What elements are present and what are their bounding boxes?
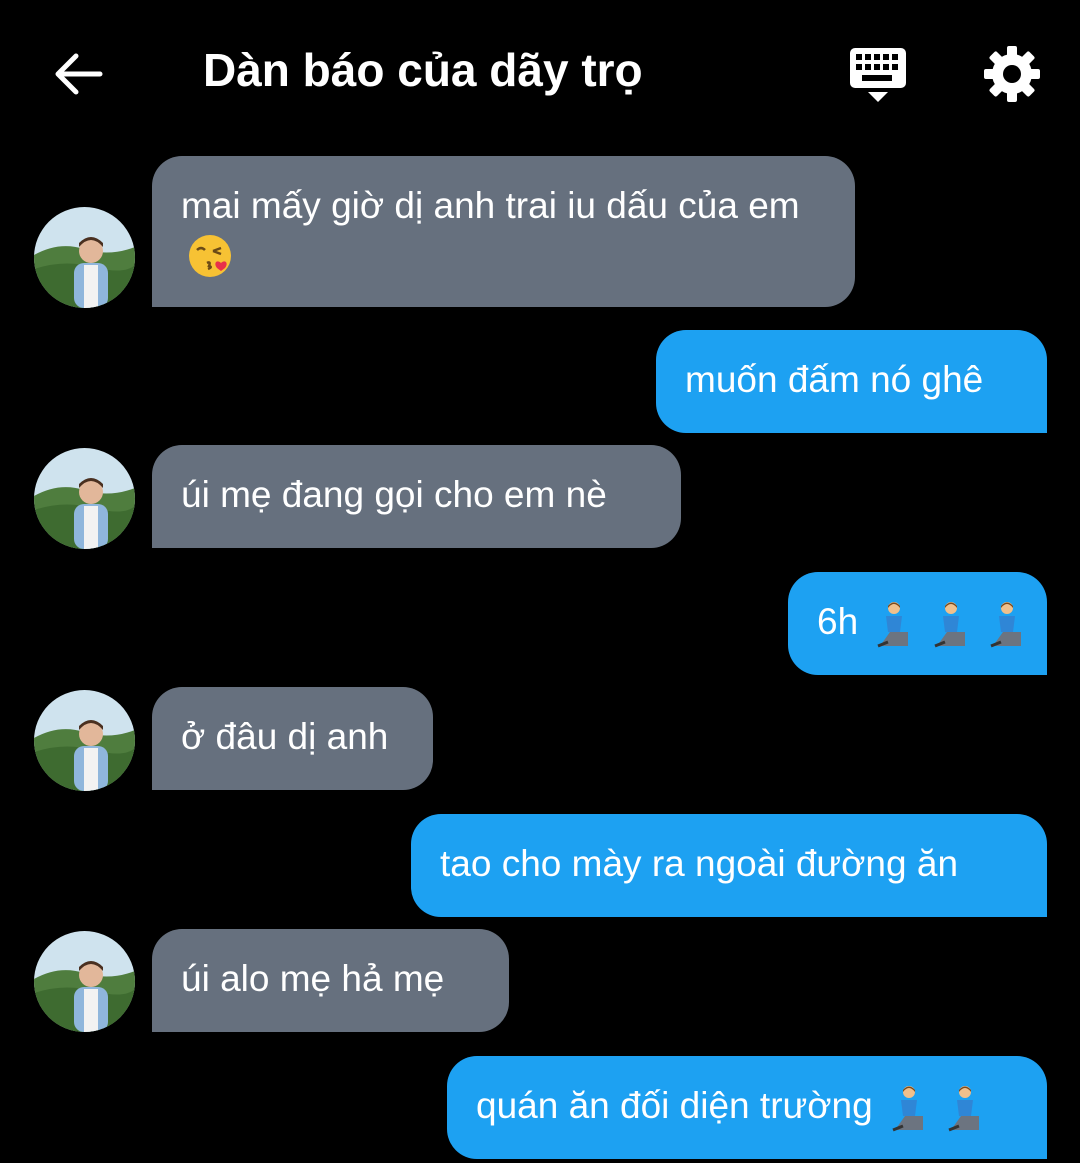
gear-icon [984,46,1040,102]
message-text: 6h [817,601,859,642]
avatar-photo [34,207,135,308]
message-text: muốn đấm nó ghê [685,359,984,400]
kneeling-person-emoji [892,1086,923,1132]
kneeling-person-emoji [948,1086,980,1132]
settings-button[interactable] [982,44,1042,104]
avatar[interactable] [34,690,135,791]
message-bubble-outgoing[interactable]: tao cho mày ra ngoài đường ăn [411,814,1047,917]
message-bubble-outgoing[interactable]: quán ăn đối diện trường [447,1056,1047,1159]
message-text: mai mấy giờ dị anh trai iu dấu của em [181,185,800,226]
avatar-photo [34,448,135,549]
message-bubble-incoming[interactable]: ở đâu dị anh [152,687,433,790]
kneeling-person-emoji [990,602,1021,648]
avatar[interactable] [34,207,135,308]
arrow-left-icon [55,53,103,95]
avatar-photo [34,690,135,791]
message-bubble-incoming[interactable]: úi alo mẹ hả mẹ [152,929,509,1032]
message-text: tao cho mày ra ngoài đường ăn [440,843,959,884]
message-text: úi mẹ đang gọi cho em nè [181,474,607,515]
chat-header: Dàn báo của dãy trọ [0,0,1080,140]
message-text: quán ăn đối diện trường [476,1085,873,1126]
message-text: úi alo mẹ hả mẹ [181,958,445,999]
kissing-face-emoji [189,235,231,278]
kneeling-person-emoji [877,602,909,648]
message-bubble-incoming[interactable]: úi mẹ đang gọi cho em nè [152,445,681,548]
kneeling-person-emoji [934,602,965,648]
avatar-photo [34,931,135,1032]
chat-title: Dàn báo của dãy trọ [203,44,643,96]
message-bubble-outgoing[interactable]: 6h [788,572,1047,675]
message-bubble-incoming[interactable]: mai mấy giờ dị anh trai iu dấu của em [152,156,855,307]
avatar[interactable] [34,931,135,1032]
back-button[interactable] [48,44,108,104]
keyboard-button[interactable] [846,44,910,108]
avatar[interactable] [34,448,135,549]
keyboard-icon [850,48,906,102]
message-bubble-outgoing[interactable]: muốn đấm nó ghê [656,330,1047,433]
message-text: ở đâu dị anh [181,716,389,757]
